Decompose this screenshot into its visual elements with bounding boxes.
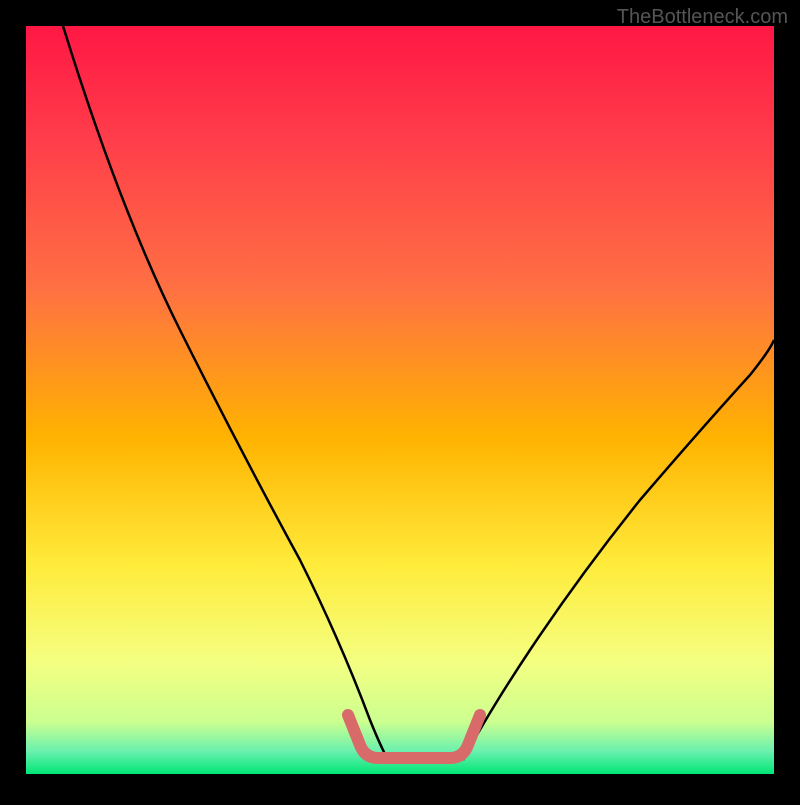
chart-background-gradient <box>26 26 774 774</box>
watermark-text: TheBottleneck.com <box>617 6 788 29</box>
chart-area <box>0 0 800 800</box>
chart-svg <box>0 0 800 800</box>
